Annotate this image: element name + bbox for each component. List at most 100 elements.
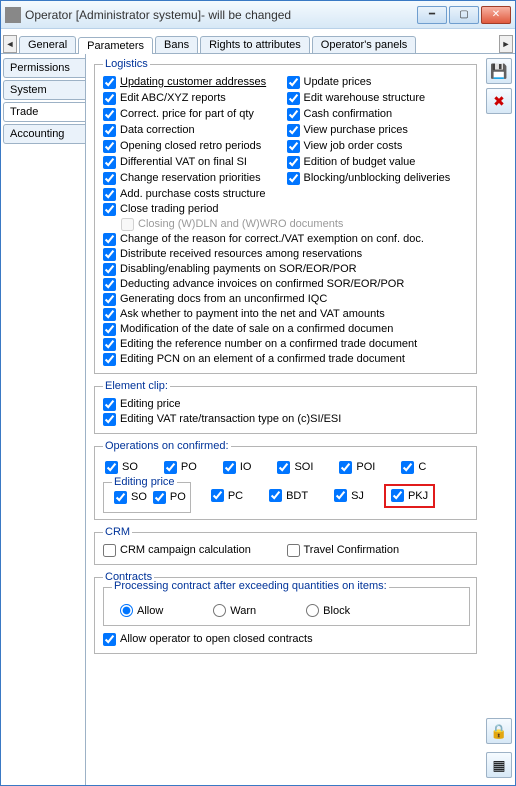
chk-item[interactable]: Disabling/enabling payments on SOR/EOR/P… [103, 262, 470, 276]
chk-item[interactable]: Correct. price for part of qty [103, 107, 287, 121]
chk-box[interactable] [334, 489, 347, 502]
chk-item[interactable]: SO [105, 460, 138, 474]
chk-item[interactable]: Distribute received resources among rese… [103, 247, 470, 261]
chk-box[interactable] [103, 172, 116, 185]
chk-box[interactable] [103, 156, 116, 169]
chk-box[interactable] [277, 461, 290, 474]
chk-box[interactable] [103, 544, 116, 557]
chk-item[interactable]: BDT [269, 489, 308, 503]
chk-item[interactable]: Travel Confirmation [287, 543, 471, 557]
chk-item[interactable]: Deducting advance invoices on confirmed … [103, 277, 470, 291]
chk-item[interactable]: View job order costs [287, 139, 471, 153]
chk-item[interactable]: Editing PCN on an element of a confirmed… [103, 352, 470, 366]
radio-warn[interactable]: Warn [213, 604, 256, 617]
chk-box[interactable] [103, 323, 116, 336]
delete-button[interactable]: ✖ [486, 88, 512, 114]
chk-box[interactable] [103, 92, 116, 105]
tab-rights[interactable]: Rights to attributes [200, 36, 310, 53]
chk-box[interactable] [287, 544, 300, 557]
vtab-system[interactable]: System [3, 80, 85, 100]
tab-bans[interactable]: Bans [155, 36, 198, 53]
vtab-permissions[interactable]: Permissions [3, 58, 85, 78]
tab-panels[interactable]: Operator's panels [312, 36, 416, 53]
chk-item[interactable]: Change of the reason for correct./VAT ex… [103, 232, 470, 246]
chk-box[interactable] [103, 76, 116, 89]
chk-item[interactable]: PC [211, 489, 243, 503]
close-button[interactable]: ✕ [481, 6, 511, 24]
chk-box[interactable] [105, 461, 118, 474]
chk-item[interactable]: PO [153, 490, 186, 504]
chk-item[interactable]: Close trading period [103, 202, 470, 216]
save-button[interactable]: 💾 [486, 58, 512, 84]
chk-box[interactable] [153, 491, 166, 504]
chk-box[interactable] [211, 489, 224, 502]
minimize-button[interactable]: ━ [417, 6, 447, 24]
vtab-accounting[interactable]: Accounting [3, 124, 85, 144]
chk-box[interactable] [103, 248, 116, 261]
radio-allow[interactable]: Allow [120, 604, 163, 617]
chk-box[interactable] [103, 278, 116, 291]
chk-box[interactable] [103, 124, 116, 137]
tab-parameters[interactable]: Parameters [78, 37, 153, 54]
chk-box[interactable] [223, 461, 236, 474]
chk-item[interactable]: Opening closed retro periods [103, 139, 287, 153]
chk-item[interactable]: POI [339, 460, 375, 474]
chk-item[interactable]: Differential VAT on final SI [103, 155, 287, 169]
chk-box[interactable] [103, 233, 116, 246]
chk-item[interactable]: IO [223, 460, 252, 474]
chk-box[interactable] [287, 108, 300, 121]
chk-box[interactable] [269, 489, 282, 502]
chk-item[interactable]: Add. purchase costs structure [103, 187, 470, 201]
tab-scroll-right[interactable]: ► [499, 35, 513, 53]
chk-box[interactable] [287, 140, 300, 153]
chk-box[interactable] [287, 156, 300, 169]
chk-box[interactable] [164, 461, 177, 474]
chk-item[interactable]: PO [164, 460, 197, 474]
chk-allow-open-closed[interactable]: Allow operator to open closed contracts [103, 632, 470, 646]
maximize-button[interactable]: ▢ [449, 6, 479, 24]
chk-box[interactable] [103, 203, 116, 216]
chk-box[interactable] [103, 188, 116, 201]
chk-item[interactable]: Modification of the date of sale on a co… [103, 322, 470, 336]
tab-general[interactable]: General [19, 36, 76, 53]
chk-item[interactable]: Cash confirmation [287, 107, 471, 121]
chk-box[interactable] [287, 92, 300, 105]
chk-item[interactable]: View purchase prices [287, 123, 471, 137]
chk-box[interactable] [287, 172, 300, 185]
chk-item[interactable]: SJ [334, 489, 364, 503]
chk-pkj[interactable]: PKJ [391, 489, 428, 503]
chk-box[interactable] [103, 398, 116, 411]
chk-item[interactable]: Update prices [287, 75, 471, 89]
chk-item[interactable]: Data correction [103, 123, 287, 137]
chk-item[interactable]: SOI [277, 460, 313, 474]
chk-box[interactable] [103, 293, 116, 306]
chk-item[interactable]: Editing price [103, 397, 470, 411]
chk-box[interactable] [103, 108, 116, 121]
vtab-trade[interactable]: Trade [3, 102, 85, 122]
chk-item[interactable]: Editing VAT rate/transaction type on (c)… [103, 412, 470, 426]
chk-item[interactable]: CRM campaign calculation [103, 543, 287, 557]
chk-item[interactable]: Edit warehouse structure [287, 91, 471, 105]
chk-box[interactable] [287, 124, 300, 137]
chk-item[interactable]: Change reservation priorities [103, 171, 287, 185]
chk-box[interactable] [287, 76, 300, 89]
misc-button[interactable]: ▦ [486, 752, 512, 778]
chk-item[interactable]: Blocking/unblocking deliveries [287, 171, 471, 185]
chk-box[interactable] [114, 491, 127, 504]
chk-box[interactable] [401, 461, 414, 474]
chk-item[interactable]: Editing the reference number on a confir… [103, 337, 470, 351]
chk-pkj-box[interactable] [391, 489, 404, 502]
chk-box[interactable] [103, 308, 116, 321]
chk-item[interactable]: Edition of budget value [287, 155, 471, 169]
chk-box[interactable] [339, 461, 352, 474]
chk-box[interactable] [103, 413, 116, 426]
chk-item[interactable]: C [401, 460, 426, 474]
chk-item[interactable]: Updating customer addresses [103, 75, 287, 89]
chk-item[interactable]: Edit ABC/XYZ reports [103, 91, 287, 105]
lock-button[interactable]: 🔒 [486, 718, 512, 744]
chk-item[interactable]: Ask whether to payment into the net and … [103, 307, 470, 321]
chk-box[interactable] [103, 263, 116, 276]
chk-box[interactable] [103, 338, 116, 351]
chk-item[interactable]: Generating docs from an unconfirmed IQC [103, 292, 470, 306]
chk-item[interactable]: SO [114, 490, 147, 504]
